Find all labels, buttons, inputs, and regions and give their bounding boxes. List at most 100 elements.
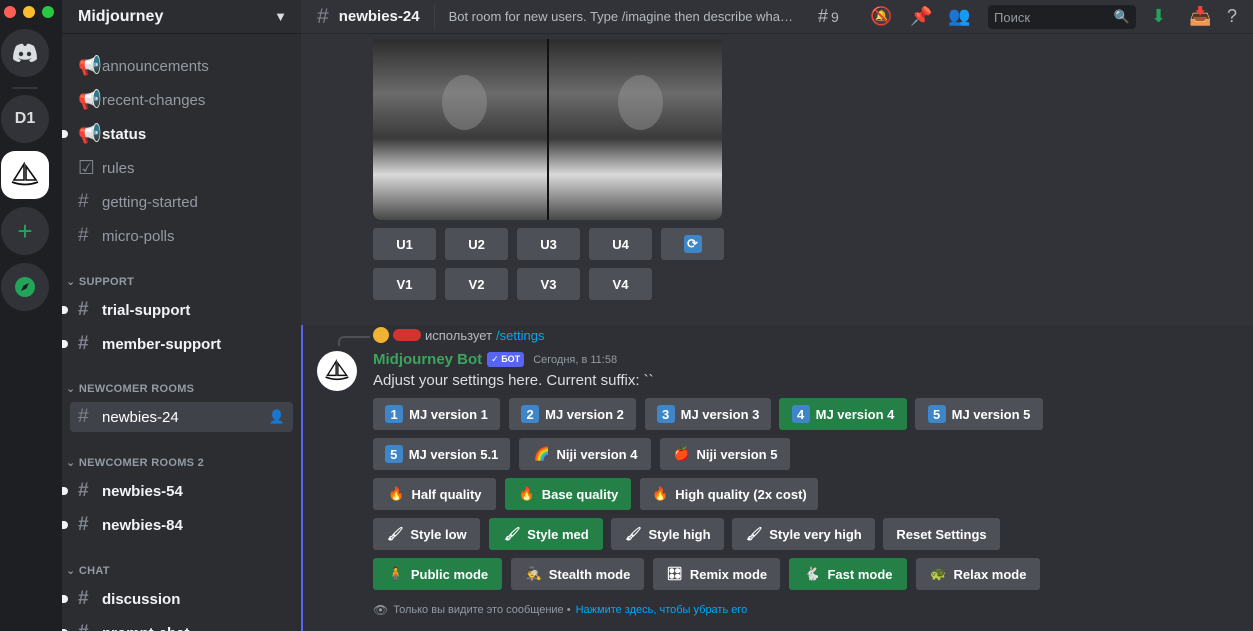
person-icon: 🧍 [387, 566, 404, 581]
channel-label: micro-polls [102, 227, 175, 245]
category-chat[interactable]: ⌄ CHAT [66, 564, 110, 577]
channel-rules[interactable]: ☑ rules [70, 153, 293, 183]
server-rail: D1 + [0, 0, 62, 631]
reset-settings-button[interactable]: Reset Settings [883, 518, 1000, 550]
mj-version-4-button[interactable]: 4 MJ version 4 [779, 398, 907, 430]
channel-topbar: # newbies-24 Bot room for new users. Typ… [301, 0, 1253, 34]
message-timestamp: Сегодня, в 11:58 [533, 353, 618, 366]
category-newcomer-rooms-2[interactable]: ⌄ NEWCOMER ROOMS 2 [66, 456, 204, 469]
variation-button-4[interactable]: V4 [589, 268, 652, 300]
channel-prompt-chat[interactable]: #prompt-chat [62, 618, 293, 631]
number-3-icon: 3 [656, 405, 675, 423]
bot-avatar[interactable] [317, 351, 357, 391]
inbox-icon[interactable]: 📥 [1189, 6, 1211, 27]
dismiss-message-link[interactable]: Нажмите здесь, чтобы убрать его [576, 604, 748, 616]
upscale-button-1[interactable]: U1 [373, 228, 436, 260]
threads-button[interactable]: #9 [818, 6, 839, 27]
mj-version-2-button[interactable]: 2 MJ version 2 [509, 398, 636, 430]
notification-mute-icon[interactable]: 🔕 [870, 6, 892, 27]
style-high-button[interactable]: 🖌 Style high [611, 518, 724, 550]
megaphone-icon: 📢 [78, 90, 102, 111]
niji-version-5-button[interactable]: 🍎 Niji version 5 [660, 438, 790, 470]
style-med-button[interactable]: 🖌 Style med [489, 518, 603, 550]
bot-badge: ✓ БОТ [487, 352, 525, 367]
remix-mode-button[interactable]: 🎛 Remix mode [653, 558, 780, 590]
button-label: Public mode [410, 566, 489, 582]
stealth-mode-button[interactable]: 🕵 Stealth mode [511, 558, 644, 590]
upscale-button-3[interactable]: U3 [517, 228, 580, 260]
command-reply-header[interactable]: использует /settings [373, 327, 544, 343]
explore-servers-button[interactable] [1, 263, 49, 311]
channel-discussion[interactable]: # discussion [62, 584, 293, 614]
help-icon[interactable]: ? [1227, 6, 1237, 27]
number-2-icon: 2 [521, 405, 540, 423]
generated-image-3[interactable] [373, 39, 547, 220]
command-name[interactable]: /settings [496, 328, 544, 343]
variation-button-1[interactable]: V1 [373, 268, 436, 300]
channel-recent-changes[interactable]: 📢 recent-changes [70, 85, 293, 115]
channel-label: prompt-chat [102, 625, 190, 631]
threads-hash-icon: # [78, 406, 89, 427]
channel-status[interactable]: 📢 status [62, 119, 293, 149]
reroll-button[interactable]: ⟳ [661, 228, 724, 260]
relax-mode-button[interactable]: 🐢 Relax mode [916, 558, 1040, 590]
category-newcomer-rooms[interactable]: ⌄ NEWCOMER ROOMS [66, 382, 194, 395]
public-mode-button[interactable]: 🧍 Public mode [373, 558, 502, 590]
plus-icon: + [17, 215, 33, 246]
channel-newbies-24[interactable]: # newbies-24 👤 [70, 402, 293, 432]
base-quality-button[interactable]: 🔥 Base quality [505, 478, 631, 510]
server-d1[interactable]: D1 [1, 95, 49, 143]
message-area: U1 U2 U3 U4 ⟳ V1 V2 V3 V4 использует /se… [301, 34, 1253, 631]
niji-version-4-button[interactable]: 🌈 Niji version 4 [519, 438, 651, 470]
channel-announcements[interactable]: 📢 announcements [70, 51, 293, 81]
half-quality-button[interactable]: 🔥 Half quality [373, 478, 496, 510]
mj-version-5-button[interactable]: 5 MJ version 5 [915, 398, 1043, 430]
channel-newbies-54[interactable]: # newbies-54 [62, 476, 293, 506]
maximize-window-button[interactable] [42, 6, 54, 18]
eye-icon: 👁 [373, 603, 389, 617]
server-name: Midjourney [78, 7, 164, 25]
mj-version-5-1-button[interactable]: 5 MJ version 5.1 [373, 438, 510, 470]
server-midjourney[interactable] [1, 151, 49, 199]
style-very-high-button[interactable]: 🖌 Style very high [732, 518, 875, 550]
fast-mode-button[interactable]: 🐇 Fast mode [789, 558, 907, 590]
channel-title: newbies-24 [338, 8, 420, 25]
upscale-button-4[interactable]: U4 [589, 228, 652, 260]
button-label: MJ version 1 [409, 406, 488, 422]
category-support[interactable]: ⌄ SUPPORT [66, 275, 134, 288]
search-placeholder: Поиск [994, 9, 1031, 25]
generated-image-4[interactable] [548, 39, 722, 220]
ephemeral-text: Только вы видите это сообщение • [393, 604, 571, 616]
image-grid[interactable] [373, 39, 722, 220]
member-list-icon[interactable]: 👥 [948, 6, 970, 27]
variation-button-3[interactable]: V3 [517, 268, 580, 300]
add-member-icon[interactable]: 👤 [269, 409, 285, 425]
mj-version-1-button[interactable]: 1 MJ version 1 [373, 398, 500, 430]
channel-newbies-84[interactable]: # newbies-84 [62, 510, 293, 540]
author-name[interactable]: Midjourney Bot [373, 351, 482, 368]
mj-version-3-button[interactable]: 3 MJ version 3 [645, 398, 771, 430]
megaphone-icon: 📢 [78, 56, 102, 77]
search-input[interactable]: Поиск 🔍 [988, 5, 1136, 29]
close-window-button[interactable] [4, 6, 16, 18]
channel-member-support[interactable]: # member-support [62, 329, 293, 359]
channel-trial-support[interactable]: # trial-support [62, 295, 293, 325]
high-quality-button[interactable]: 🔥 High quality (2x cost) [640, 478, 818, 510]
upscale-button-2[interactable]: U2 [445, 228, 508, 260]
style-low-button[interactable]: 🖌 Style low [373, 518, 480, 550]
minimize-window-button[interactable] [23, 6, 35, 18]
add-server-button[interactable]: + [1, 207, 49, 255]
discord-home-button[interactable] [1, 29, 49, 77]
channel-getting-started[interactable]: # getting-started [70, 187, 293, 217]
pin-icon[interactable]: 📌 [910, 6, 932, 27]
channel-label: rules [102, 159, 135, 177]
hash-icon: # [78, 588, 89, 609]
channel-micro-polls[interactable]: # micro-polls [70, 221, 293, 251]
server-header[interactable]: Midjourney ▼ [62, 0, 301, 34]
channel-label: member-support [102, 335, 222, 353]
variation-button-2[interactable]: V2 [445, 268, 508, 300]
download-icon[interactable]: ⬇ [1151, 6, 1166, 27]
channel-topic[interactable]: Bot room for new users. Type /imagine th… [449, 9, 797, 24]
hash-icon: # [78, 225, 89, 246]
button-label: Remix mode [689, 566, 768, 582]
